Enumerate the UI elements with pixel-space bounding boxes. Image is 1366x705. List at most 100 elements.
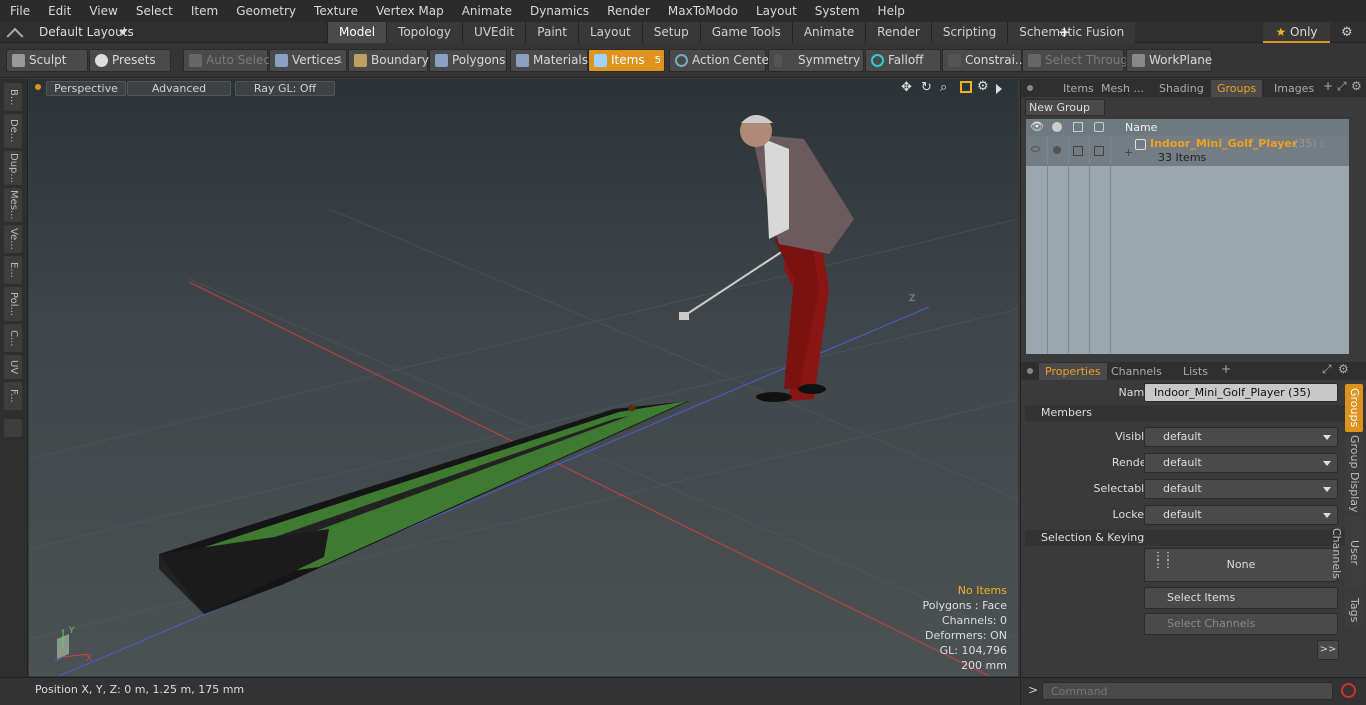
menu-edit[interactable]: Edit (38, 0, 79, 22)
expand-toggle-icon[interactable]: + (1124, 146, 1133, 159)
record-icon[interactable] (1341, 683, 1356, 698)
presets-button[interactable]: Presets (89, 49, 171, 72)
perspective-dropdown[interactable]: Perspective (46, 81, 126, 96)
advanced-dropdown[interactable]: Advanced (127, 81, 231, 96)
members-section[interactable]: Members (1025, 405, 1345, 421)
menu-maxtomodo[interactable]: MaxToModo (658, 0, 746, 22)
menu-help[interactable]: Help (868, 0, 913, 22)
side-tab-group-display[interactable]: Group Display (1345, 435, 1363, 513)
fit-view-icon[interactable] (960, 81, 972, 93)
menu-animate[interactable]: Animate (452, 0, 520, 22)
tab-channels[interactable]: Channels (1105, 363, 1168, 380)
tab-paint[interactable]: Paint (525, 22, 578, 43)
tab-mesh[interactable]: Mesh ... (1095, 80, 1150, 97)
gear-icon[interactable]: ⚙ (1341, 22, 1353, 43)
polygons-button[interactable]: Polygons (429, 49, 507, 72)
props-expand-icon[interactable]: ⤢ (1322, 362, 1332, 377)
workplane-button[interactable]: WorkPlane (1126, 49, 1212, 72)
props-gear-icon[interactable]: ⚙ (1338, 362, 1349, 376)
tab-render[interactable]: Render (865, 22, 931, 43)
visible-select[interactable]: default (1144, 427, 1338, 447)
tab-shading[interactable]: Shading (1153, 80, 1210, 97)
tab-properties[interactable]: Properties (1039, 363, 1107, 380)
more-button[interactable]: >> (1317, 640, 1339, 660)
menu-file[interactable]: File (0, 0, 38, 22)
rotate-view-icon[interactable]: ↻ (921, 80, 932, 95)
left-tab-9[interactable]: F... (4, 382, 22, 410)
select-through-button[interactable]: Select Through (1022, 49, 1136, 72)
select-icon[interactable] (1094, 122, 1104, 132)
auto-select-button[interactable]: Auto Select (183, 49, 275, 72)
only-button[interactable]: ★ Only (1263, 22, 1330, 43)
menu-render[interactable]: Render (597, 0, 658, 22)
falloff-button[interactable]: Falloff (865, 49, 941, 72)
eye-icon[interactable]: 👁 (1030, 120, 1044, 133)
left-tab-8[interactable]: UV (4, 355, 22, 379)
left-tab-4[interactable]: Ve... (4, 225, 22, 253)
selection-keying-section[interactable]: Selection & Keying (1025, 530, 1345, 546)
action-center-button[interactable]: Action Center (669, 49, 774, 72)
add-props-tab-icon[interactable]: + (1221, 362, 1231, 376)
viewport-menu-dot[interactable] (35, 84, 41, 90)
vertices-button[interactable]: Vertices 1 (269, 49, 347, 72)
left-tab-6[interactable]: Pol... (4, 287, 22, 321)
lock-icon[interactable] (1073, 122, 1083, 132)
tab-groups[interactable]: Groups (1211, 80, 1263, 97)
left-tab-5[interactable]: E... (4, 256, 22, 284)
side-tab-groups[interactable]: Groups (1345, 384, 1363, 432)
tab-topology[interactable]: Topology (386, 22, 463, 43)
tab-setup[interactable]: Setup (641, 22, 700, 43)
render-icon[interactable] (1052, 122, 1062, 132)
left-tab-1[interactable]: De... (4, 114, 22, 148)
viewport-expand-icon[interactable] (996, 84, 1002, 94)
tab-items[interactable]: Items (1057, 80, 1100, 97)
select-items-button[interactable]: Select Items (1144, 587, 1338, 609)
left-strip-toggle[interactable] (4, 419, 22, 437)
side-tab-tags[interactable]: Tags (1345, 593, 1363, 627)
menu-dynamics[interactable]: Dynamics (520, 0, 597, 22)
props-menu-dot[interactable] (1027, 368, 1033, 374)
tab-animate[interactable]: Animate (791, 22, 866, 43)
expand-icon[interactable]: ⤢ (1337, 79, 1347, 94)
tab-scripting[interactable]: Scripting (930, 22, 1008, 43)
raygl-dropdown[interactable]: Ray GL: Off (235, 81, 335, 96)
panel-menu-dot[interactable] (1027, 85, 1033, 91)
menu-vertex-map[interactable]: Vertex Map (366, 0, 452, 22)
groups-scrollbar[interactable] (1350, 119, 1362, 354)
sculpt-button[interactable]: Sculpt (6, 49, 88, 72)
move-view-icon[interactable]: ✥ (901, 80, 912, 95)
tab-model[interactable]: Model (327, 22, 387, 43)
menu-item[interactable]: Item (181, 0, 226, 22)
add-tab-icon[interactable]: + (1058, 22, 1071, 43)
menu-view[interactable]: View (79, 0, 125, 22)
left-tab-7[interactable]: C... (4, 324, 22, 352)
new-group-button[interactable]: New Group (1025, 99, 1105, 116)
tab-game-tools[interactable]: Game Tools (699, 22, 792, 43)
menu-select[interactable]: Select (126, 0, 181, 22)
group-name[interactable]: Indoor_Mini_Golf_Player (1150, 137, 1297, 150)
menu-layout[interactable]: Layout (746, 0, 805, 22)
menu-system[interactable]: System (805, 0, 868, 22)
select-channels-button[interactable]: Select Channels (1144, 613, 1338, 635)
materials-button[interactable]: Materials (510, 49, 588, 72)
zoom-view-icon[interactable]: ⌕ (940, 80, 947, 95)
items-button[interactable]: Items 5 (588, 49, 665, 72)
3d-viewport[interactable]: Y X Z Perspective Advanced Ray GL: Off ✥… (29, 79, 1018, 676)
row-select-box[interactable] (1094, 146, 1104, 156)
constraints-button[interactable]: Constrai... (942, 49, 1026, 72)
tab-lists[interactable]: Lists (1177, 363, 1214, 380)
side-tab-user-channels[interactable]: User Channels (1330, 516, 1363, 590)
symmetry-button[interactable]: Symmetry (768, 49, 864, 72)
name-column-header[interactable]: Name (1125, 121, 1157, 134)
locked-select[interactable]: default (1144, 505, 1338, 525)
menu-geometry[interactable]: Geometry (226, 0, 304, 22)
row-eye-icon[interactable] (1031, 146, 1040, 152)
none-button[interactable]: ⋮⋮ ⋮⋮ None (1144, 548, 1338, 582)
name-field[interactable]: Indoor_Mini_Golf_Player (35) (1144, 383, 1338, 402)
left-tab-0[interactable]: B... (4, 83, 22, 111)
command-input[interactable] (1042, 682, 1333, 700)
selectable-select[interactable]: default (1144, 479, 1338, 499)
row-render-icon[interactable] (1053, 146, 1061, 154)
add-tab-icon[interactable]: + (1323, 79, 1333, 93)
tab-images[interactable]: Images (1268, 80, 1320, 97)
